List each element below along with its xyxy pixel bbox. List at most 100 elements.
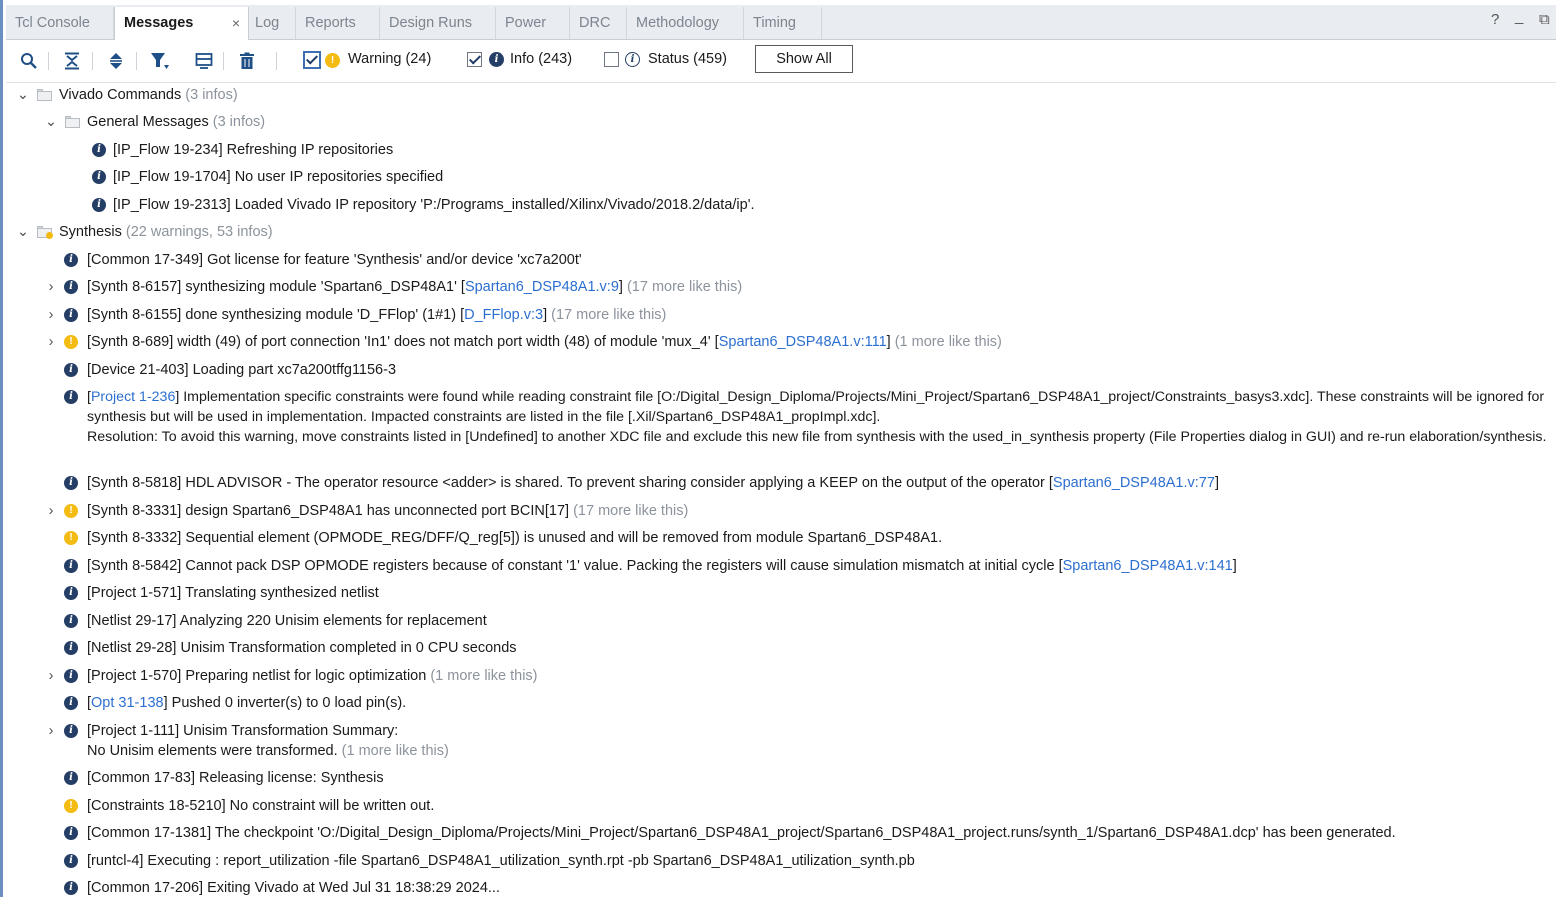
message-text: [Common 17-1381] The checkpoint 'O:/Digi… [87, 825, 1396, 841]
messages-panel: Tcl Console Messages × Log Reports Design… [0, 0, 1556, 897]
info-icon: i [92, 143, 106, 157]
message-text-end: ] [1232, 558, 1237, 574]
tab-methodology[interactable]: Methodology [627, 7, 744, 39]
info-icon: i [64, 696, 78, 710]
source-link[interactable]: Spartan6_DSP48A1.v:9 [465, 279, 619, 295]
info-icon: i [64, 390, 78, 404]
message-text-end: ] [618, 279, 623, 295]
message-text: [IP_Flow 19-1704] No user IP repositorie… [113, 169, 444, 185]
tab-label: Timing [753, 15, 796, 31]
message-text: [Synth 8-6155] done synthesizing module … [87, 307, 465, 323]
info-icon: i [64, 253, 78, 267]
close-icon[interactable]: × [232, 7, 240, 39]
info-filter-label: Info (243) [510, 51, 573, 67]
message-text: [Device 21-403] Loading part xc7a200tffg… [87, 362, 397, 378]
tab-timing[interactable]: Timing [744, 7, 822, 39]
group-label: General Messages [87, 114, 209, 130]
source-link[interactable]: Opt 31-138 [91, 695, 164, 711]
delete-icon[interactable] [236, 50, 258, 72]
info-icon: i [64, 308, 78, 322]
toolbar-divider [136, 52, 137, 70]
search-icon[interactable] [18, 50, 40, 72]
more-like-this: (17 more like this) [573, 503, 689, 519]
show-all-button[interactable]: Show All [755, 45, 853, 73]
status-icon: i [625, 52, 640, 67]
message-text: [Project 1-570] Preparing netlist for lo… [87, 668, 427, 684]
chevron-down-icon[interactable]: ⌄ [17, 85, 29, 105]
status-filter-checkbox[interactable] [604, 52, 619, 67]
chevron-right-icon[interactable]: › [45, 501, 57, 521]
toolbar-divider [276, 52, 277, 70]
message-text: [Synth 8-3332] Sequential element (OPMOD… [87, 530, 943, 546]
info-icon: i [64, 771, 78, 785]
help-icon[interactable]: ? [1491, 11, 1499, 28]
warning-filter-checkbox[interactable] [303, 51, 321, 69]
message-text-end: ] [543, 307, 548, 323]
chevron-down-icon[interactable]: ⌄ [45, 112, 57, 132]
tab-bar: Tcl Console Messages × Log Reports Design… [6, 5, 1556, 41]
tab-label: DRC [579, 15, 611, 31]
minimize-icon[interactable]: _ [1515, 8, 1523, 25]
warning-icon: ! [325, 53, 340, 68]
filter-icon[interactable] [149, 50, 171, 72]
group-count: (3 infos) [212, 114, 266, 130]
chevron-right-icon[interactable]: › [45, 666, 57, 686]
info-icon: i [64, 669, 78, 683]
more-like-this: (1 more like this) [341, 743, 449, 759]
source-link[interactable]: Project 1-236 [91, 389, 175, 405]
chevron-down-icon[interactable]: ⌄ [17, 222, 29, 242]
info-icon: i [64, 724, 78, 738]
group-icon[interactable] [193, 50, 215, 72]
info-icon: i [64, 641, 78, 655]
toolbar-divider [92, 52, 93, 70]
folder-warning-icon [37, 226, 53, 239]
tab-power[interactable]: Power [496, 7, 570, 39]
tab-reports[interactable]: Reports [296, 7, 380, 39]
source-link[interactable]: Spartan6_DSP48A1.v:111 [719, 334, 887, 350]
info-icon: i [92, 198, 106, 212]
source-link[interactable]: D_FFlop.v:3 [464, 307, 543, 323]
tab-design-runs[interactable]: Design Runs [380, 7, 496, 39]
warning-icon: ! [64, 531, 78, 545]
collapse-all-icon[interactable] [61, 50, 83, 72]
tab-drc[interactable]: DRC [570, 7, 627, 39]
message-text: [Common 17-83] Releasing license: Synthe… [87, 770, 384, 786]
message-text: [Project 1-571] Translating synthesized … [87, 585, 379, 601]
messages-toolbar: ! Warning (24) i Info (243) i Status (45… [6, 40, 1556, 83]
expand-all-icon[interactable] [105, 50, 127, 72]
toolbar-divider [48, 52, 49, 70]
info-icon: i [64, 476, 78, 490]
info-filter-checkbox[interactable] [467, 52, 482, 67]
info-icon: i [64, 614, 78, 628]
chevron-right-icon[interactable]: › [45, 277, 57, 297]
source-link[interactable]: Spartan6_DSP48A1.v:141 [1063, 558, 1233, 574]
message-text: [IP_Flow 19-2313] Loaded Vivado IP repos… [113, 197, 755, 213]
message-text: [Synth 8-6157] synthesizing module 'Spar… [87, 279, 465, 295]
tab-messages[interactable]: Messages × [114, 7, 249, 41]
group-count: (22 warnings, 53 infos) [125, 224, 273, 240]
chevron-right-icon[interactable]: › [45, 721, 57, 741]
restore-icon[interactable]: ⧉ [1539, 11, 1550, 28]
message-text: [Synth 8-689] width (49) of port connect… [87, 334, 719, 350]
chevron-right-icon[interactable]: › [45, 332, 57, 352]
tab-tcl-console[interactable]: Tcl Console [6, 7, 114, 39]
message-row[interactable]: i [Project 1-236] Implementation specifi… [6, 387, 1556, 467]
info-icon: i [64, 363, 78, 377]
tab-label: Methodology [636, 15, 720, 31]
message-text: [Common 17-206] Exiting Vivado at Wed Ju… [87, 880, 500, 896]
message-text: ] Pushed 0 inverter(s) to 0 load pin(s). [163, 695, 407, 711]
toolbar-divider [223, 52, 224, 70]
message-text-end: ] [1214, 475, 1219, 491]
tab-label: Messages [124, 15, 194, 31]
message-resolution: Resolution: To avoid this warning, move … [87, 429, 1547, 445]
message-text: [Common 17-349] Got license for feature … [87, 252, 582, 268]
message-text-line2: No Unisim elements were transformed. [87, 743, 338, 759]
warning-icon: ! [64, 335, 78, 349]
group-label: Vivado Commands [59, 87, 182, 103]
source-link[interactable]: Spartan6_DSP48A1.v:77 [1053, 475, 1215, 491]
info-icon: i [64, 586, 78, 600]
chevron-right-icon[interactable]: › [45, 305, 57, 325]
tab-label: Reports [305, 15, 356, 31]
tab-log[interactable]: Log [246, 7, 296, 39]
message-row[interactable]: › i [Project 1-111] Unisim Transformatio… [6, 721, 1556, 761]
